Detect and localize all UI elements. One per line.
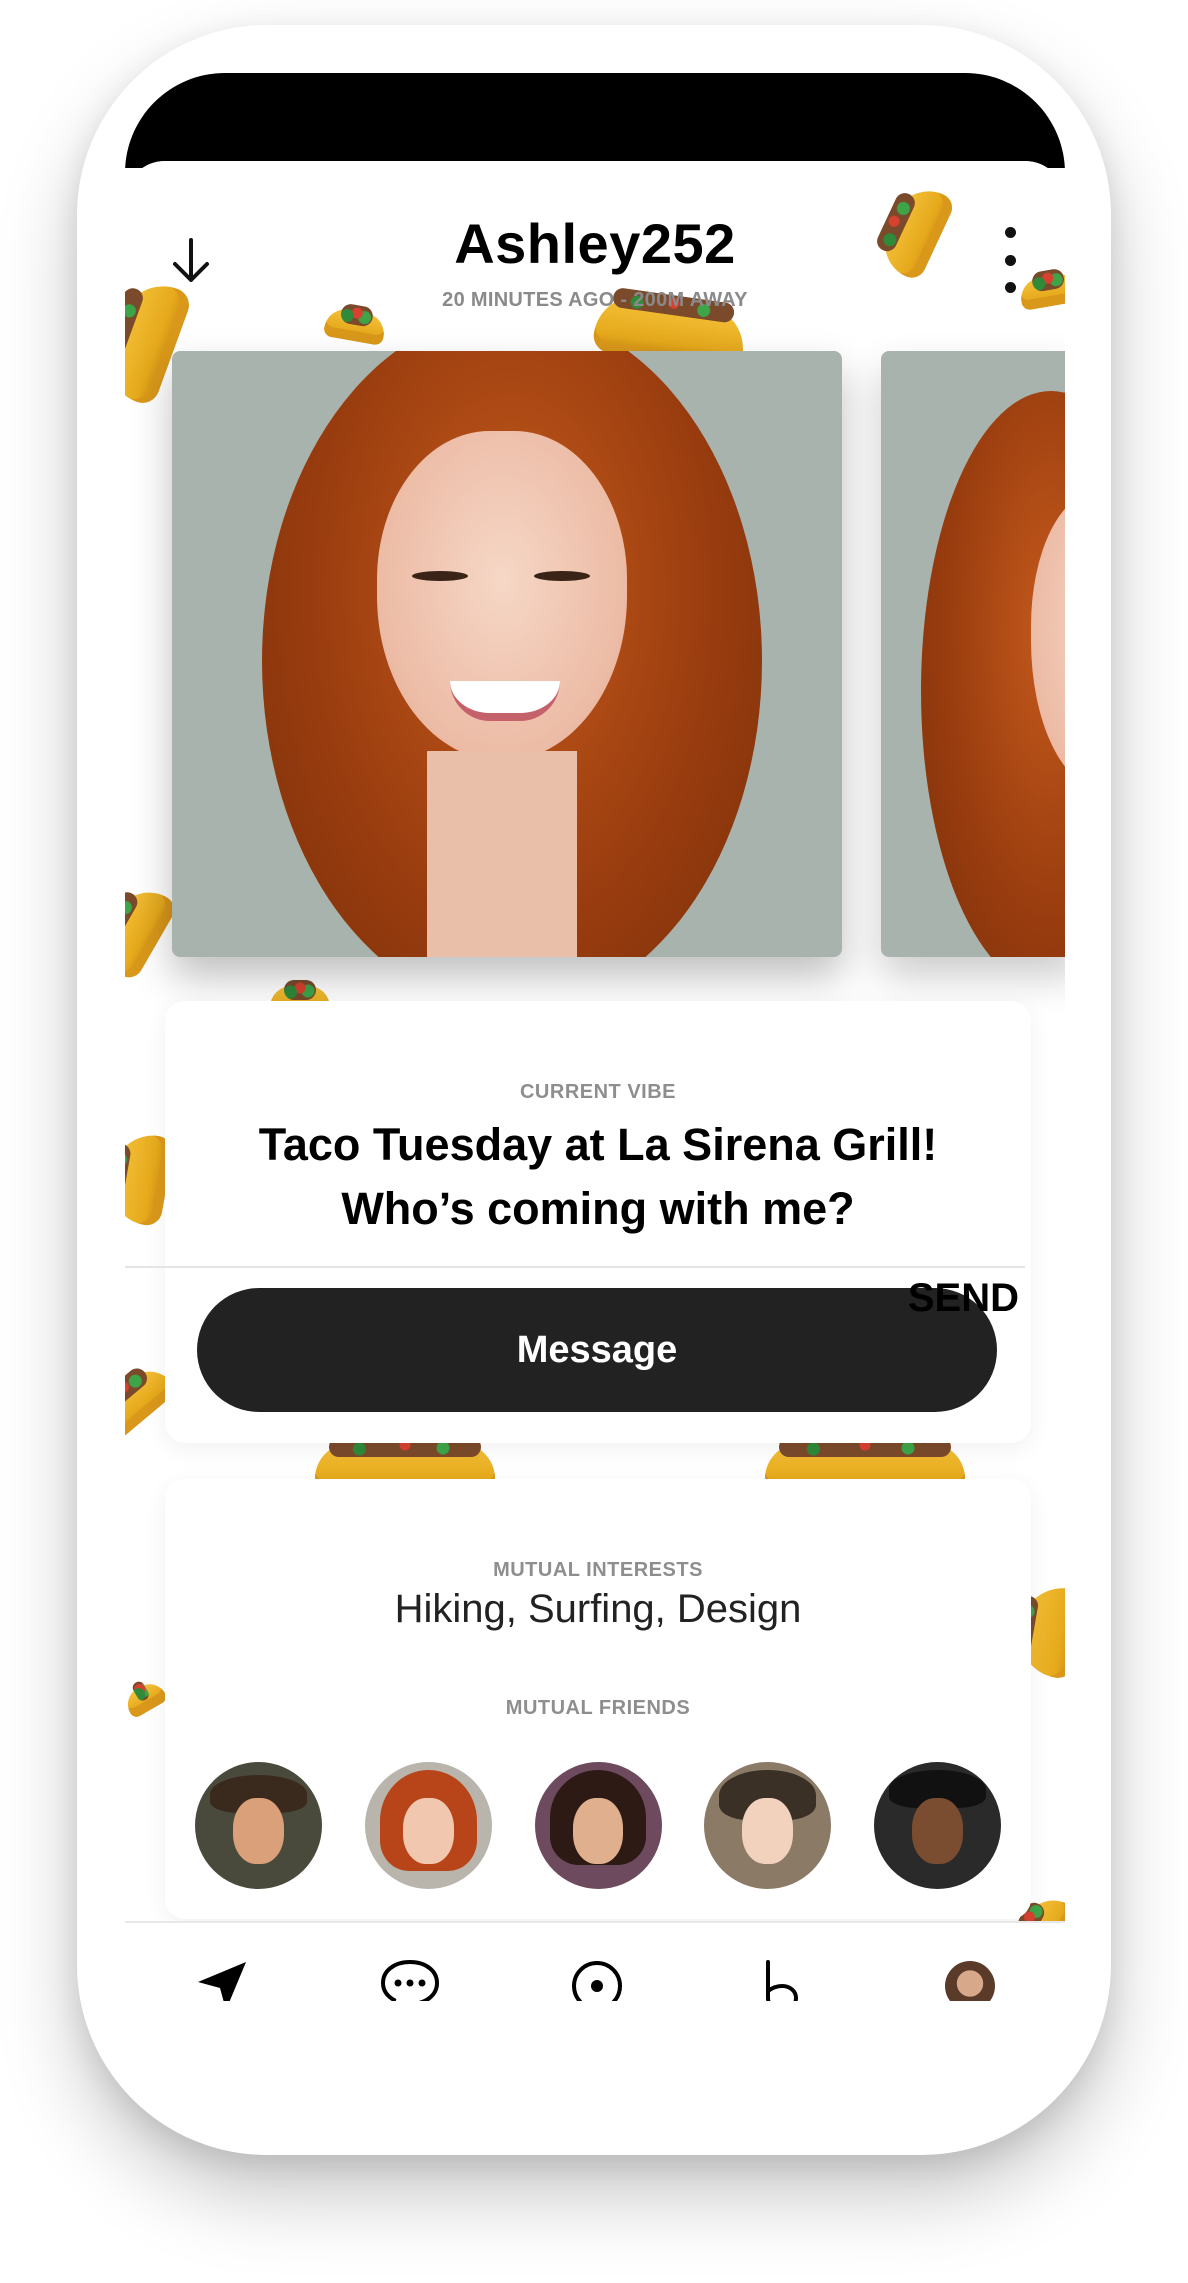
nav-discover[interactable]: [562, 1951, 632, 2001]
mutual-friends-label: MUTUAL FRIENDS: [505, 1697, 691, 1719]
nav-chat[interactable]: [375, 1951, 445, 2001]
profile-meta: 20 MINUTES AGO - 200M AWAY: [442, 289, 748, 311]
mutual-interests-text: Hiking, Surfing, Design: [394, 1587, 802, 1631]
mutual-friends-list: [195, 1762, 1001, 1889]
profile-username: Ashley252: [454, 212, 736, 275]
more-options-button[interactable]: [995, 227, 1025, 293]
nav-navigate[interactable]: [187, 1951, 257, 2001]
friend-avatar[interactable]: [364, 1762, 492, 1889]
mutual-card: MUTUAL INTERESTS Hiking, Surfing, Design…: [165, 1479, 1031, 1919]
b-icon: [766, 1960, 799, 2001]
friend-avatar[interactable]: [874, 1762, 1001, 1889]
profile-view[interactable]: Ashley252 20 MINUTES AGO - 200M AWAY CUR…: [125, 161, 1065, 2001]
mutual-interests-label: MUTUAL INTERESTS: [493, 1559, 703, 1581]
navigate-icon: [198, 1962, 246, 2001]
friend-avatar[interactable]: [704, 1762, 832, 1889]
profile-photo-next[interactable]: [881, 351, 1065, 957]
chat-icon: [380, 1959, 440, 2001]
vibe-label: CURRENT VIBE: [519, 1081, 676, 1103]
phone-screen: Ashley252 20 MINUTES AGO - 200M AWAY CUR…: [125, 73, 1065, 2001]
friend-avatar[interactable]: [195, 1762, 322, 1889]
vibe-text: Taco Tuesday at La Sirena Grill! Who’s c…: [258, 1119, 938, 1234]
profile-photo-main[interactable]: [172, 351, 842, 957]
friend-avatar[interactable]: [534, 1762, 662, 1889]
message-button[interactable]: Message: [197, 1288, 997, 1412]
nav-profile[interactable]: [935, 1951, 1005, 2001]
bottom-nav: [125, 1921, 1065, 2001]
divider: [125, 1266, 1025, 1268]
discover-icon: [572, 1961, 622, 2001]
profile-avatar: [945, 1961, 995, 2001]
nav-b[interactable]: [747, 1951, 817, 2001]
status-bar: [125, 73, 1065, 168]
send-button[interactable]: SEND: [908, 1276, 1019, 1321]
more-vertical-icon: [1004, 227, 1016, 238]
